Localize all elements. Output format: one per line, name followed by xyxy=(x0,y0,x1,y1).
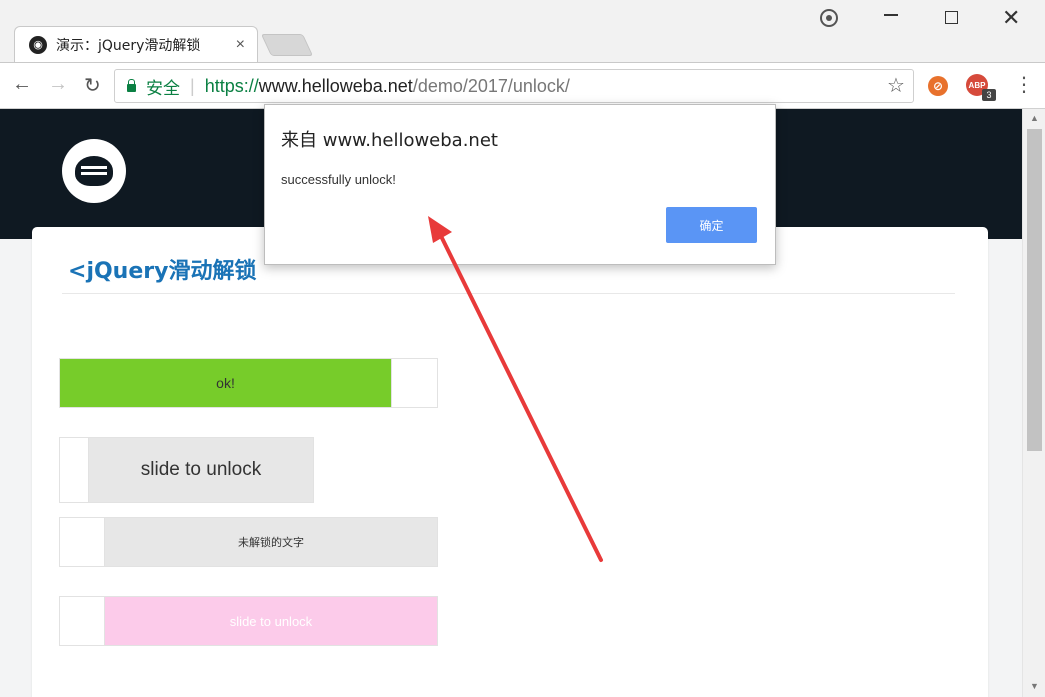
dialog-title: 来自 www.helloweba.net xyxy=(281,130,498,151)
dialog-message: successfully unlock! xyxy=(281,172,396,187)
slider-handle[interactable] xyxy=(391,359,437,407)
page-title-text: jQuery滑动解锁 xyxy=(86,259,257,284)
profile-icon[interactable] xyxy=(820,9,838,27)
window-close-icon[interactable]: ✕ xyxy=(1002,5,1020,31)
slider-handle[interactable] xyxy=(60,518,105,566)
alert-dialog: 来自 www.helloweba.net successfully unlock… xyxy=(264,104,776,265)
unlock-slider-pink[interactable]: slide to unlock xyxy=(59,596,438,646)
chevron-left-icon: < xyxy=(68,259,87,284)
unlock-slider-large[interactable]: slide to unlock xyxy=(59,437,314,503)
slider-label: slide to unlock xyxy=(140,459,262,480)
scroll-thumb[interactable] xyxy=(1027,129,1042,451)
slider-label: slide to unlock xyxy=(229,613,313,629)
lock-icon xyxy=(127,79,136,92)
new-tab-button[interactable] xyxy=(260,34,314,56)
site-favicon-icon: ◉ xyxy=(29,35,47,54)
extension-badge: 3 xyxy=(982,89,996,101)
content-card: <jQuery滑动解锁 ok! slide to unlock 未解锁的文字 s… xyxy=(32,227,988,697)
unlock-slider-success[interactable]: ok! xyxy=(59,358,438,408)
divider xyxy=(62,293,955,294)
dialog-ok-button[interactable]: 确定 xyxy=(666,207,757,243)
url-host: www.helloweba.net xyxy=(258,75,413,96)
scroll-down-icon[interactable]: ▼ xyxy=(1030,681,1039,691)
minimize-icon[interactable] xyxy=(884,14,898,16)
secure-label: 安全 xyxy=(146,78,180,99)
scroll-up-icon[interactable]: ▲ xyxy=(1030,113,1039,123)
page-title-link[interactable]: <jQuery滑动解锁 xyxy=(68,253,256,285)
slider-progress-fill: ok! xyxy=(60,359,391,407)
forward-arrow-icon[interactable]: → xyxy=(48,73,68,96)
reload-icon[interactable]: ↻ xyxy=(84,73,101,98)
browser-tab[interactable]: ◉ 演示：jQuery滑动解锁 × xyxy=(14,26,258,62)
browser-toolbar: ← → ↻ 安全 | https:// www.helloweba.net /d… xyxy=(0,62,1045,109)
browser-menu-icon[interactable]: ⋮ xyxy=(1014,72,1034,97)
maximize-icon[interactable] xyxy=(945,11,958,24)
vertical-scrollbar[interactable]: ▲ ▼ xyxy=(1022,109,1045,697)
url-path: /demo/2017/unlock/ xyxy=(412,75,570,96)
bee-body xyxy=(75,156,113,186)
address-bar[interactable]: 安全 | https:// www.helloweba.net /demo/20… xyxy=(114,69,914,103)
back-arrow-icon[interactable]: ← xyxy=(12,73,32,96)
slider-label: 未解锁的文字 xyxy=(238,536,304,549)
url-scheme: https:// xyxy=(204,75,259,96)
tab-title: 演示：jQuery滑动解锁 xyxy=(56,37,201,54)
extension-block-icon[interactable]: ⊘ xyxy=(928,76,948,96)
slider-handle[interactable] xyxy=(60,438,89,502)
tab-close-icon[interactable]: × xyxy=(236,36,245,54)
bookmark-star-icon[interactable]: ☆ xyxy=(887,73,905,98)
title-bar: ◉ 演示：jQuery滑动解锁 × ✕ xyxy=(0,0,1045,62)
browser-chrome: ◉ 演示：jQuery滑动解锁 × ✕ ← → ↻ 安全 | https:// … xyxy=(0,0,1045,109)
url-separator: | xyxy=(190,75,195,96)
slider-handle[interactable] xyxy=(60,597,105,645)
site-logo-bee-icon[interactable] xyxy=(62,139,126,203)
unlock-slider-custom-text[interactable]: 未解锁的文字 xyxy=(59,517,438,567)
